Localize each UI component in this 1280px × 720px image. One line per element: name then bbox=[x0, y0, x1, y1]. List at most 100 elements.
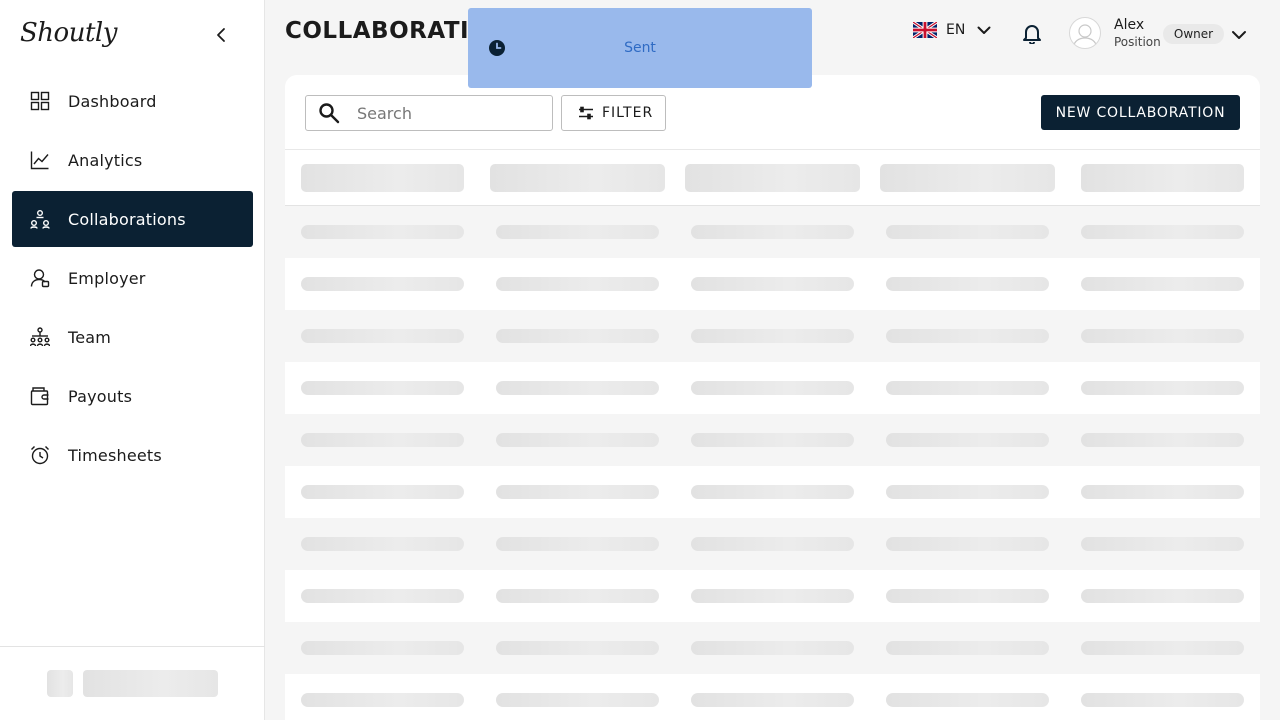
language-selector[interactable]: EN bbox=[913, 22, 991, 38]
skeleton-cell bbox=[1081, 381, 1244, 395]
sidebar-item-label: Payouts bbox=[68, 386, 133, 406]
page-title: COLLABORATIO bbox=[285, 18, 490, 44]
search-input[interactable] bbox=[357, 103, 537, 123]
bell-icon bbox=[1023, 25, 1041, 45]
uk-flag-icon bbox=[913, 22, 937, 38]
skeleton-cell bbox=[301, 589, 464, 603]
user-placeholder-icon bbox=[1072, 24, 1098, 48]
sidebar-footer bbox=[0, 646, 265, 720]
skeleton-cell bbox=[301, 693, 464, 707]
employer-icon bbox=[30, 268, 50, 288]
skeleton-header-cell bbox=[1081, 164, 1244, 192]
sidebar-item-analytics[interactable]: Analytics bbox=[12, 132, 253, 188]
skeleton-cell bbox=[691, 277, 854, 291]
skeleton-cell bbox=[301, 381, 464, 395]
sidebar-item-team[interactable]: Team bbox=[12, 309, 253, 365]
skeleton-cell bbox=[301, 225, 464, 239]
skeleton-cell bbox=[886, 329, 1049, 343]
table-row bbox=[285, 518, 1260, 570]
table-row bbox=[285, 466, 1260, 518]
skeleton-cell bbox=[691, 433, 854, 447]
skeleton-cell bbox=[886, 225, 1049, 239]
search-box[interactable] bbox=[305, 95, 553, 131]
skeleton-cell bbox=[691, 641, 854, 655]
notifications-button[interactable] bbox=[1021, 22, 1043, 48]
skeleton-cell bbox=[1081, 641, 1244, 655]
sidebar-item-timesheets[interactable]: Timesheets bbox=[12, 427, 253, 483]
skeleton-cell bbox=[886, 433, 1049, 447]
collapse-sidebar-button[interactable] bbox=[210, 24, 232, 46]
table-row bbox=[285, 258, 1260, 310]
table-row bbox=[285, 414, 1260, 466]
sidebar-item-collaborations[interactable]: Collaborations bbox=[12, 191, 253, 247]
sidebar-item-payouts[interactable]: Payouts bbox=[12, 368, 253, 424]
chevron-down-icon bbox=[977, 26, 991, 34]
filter-button[interactable]: FILTER bbox=[561, 95, 666, 131]
skeleton-header-cell bbox=[880, 164, 1055, 192]
table-row bbox=[285, 310, 1260, 362]
sidebar-item-label: Team bbox=[68, 327, 112, 347]
search-icon bbox=[319, 103, 340, 124]
skeleton-cell bbox=[496, 433, 659, 447]
skeleton-cell bbox=[1081, 433, 1244, 447]
collaborations-card: FILTER NEW COLLABORATION bbox=[285, 75, 1260, 720]
user-name: Alex bbox=[1114, 17, 1145, 33]
new-collaboration-button[interactable]: NEW COLLABORATION bbox=[1041, 95, 1240, 130]
skeleton-cell bbox=[886, 381, 1049, 395]
skeleton-cell bbox=[496, 693, 659, 707]
language-code: EN bbox=[946, 22, 966, 38]
skeleton-cell bbox=[496, 589, 659, 603]
skeleton-cell bbox=[691, 329, 854, 343]
user-position: Position bbox=[1114, 35, 1161, 49]
skeleton-cell bbox=[691, 693, 854, 707]
skeleton-cell bbox=[496, 329, 659, 343]
sidebar-item-label: Timesheets bbox=[68, 445, 162, 465]
user-menu-toggle[interactable] bbox=[1231, 25, 1247, 44]
timesheets-icon bbox=[30, 445, 50, 465]
sidebar-nav: Dashboard Analytics Collaborations Emplo… bbox=[12, 73, 253, 486]
table-body bbox=[285, 206, 1260, 720]
collaborations-table bbox=[285, 149, 1260, 720]
skeleton-cell bbox=[691, 485, 854, 499]
skeleton-header-cell bbox=[685, 164, 860, 192]
table-row bbox=[285, 206, 1260, 258]
sidebar-item-label: Collaborations bbox=[68, 209, 186, 229]
skeleton-cell bbox=[496, 641, 659, 655]
skeleton-cell bbox=[886, 641, 1049, 655]
skeleton-cell bbox=[691, 381, 854, 395]
skeleton-cell bbox=[496, 381, 659, 395]
skeleton-cell bbox=[886, 589, 1049, 603]
skeleton-cell bbox=[1081, 329, 1244, 343]
skeleton-cell bbox=[301, 641, 464, 655]
toast-message: Sent bbox=[624, 40, 656, 56]
analytics-icon bbox=[30, 150, 50, 170]
skeleton-cell bbox=[1081, 589, 1244, 603]
toast-notification: Sent bbox=[468, 8, 812, 88]
table-row bbox=[285, 622, 1260, 674]
sidebar-item-label: Employer bbox=[68, 268, 146, 288]
skeleton-header-cell bbox=[490, 164, 665, 192]
skeleton-cell bbox=[1081, 537, 1244, 551]
skeleton-cell bbox=[301, 329, 464, 343]
filter-label: FILTER bbox=[602, 105, 654, 121]
sidebar-item-employer[interactable]: Employer bbox=[12, 250, 253, 306]
skeleton-cell bbox=[301, 485, 464, 499]
skeleton-cell bbox=[886, 485, 1049, 499]
dashboard-icon bbox=[30, 91, 50, 111]
app-logo[interactable]: Shoutly bbox=[20, 18, 117, 48]
chevron-left-icon bbox=[217, 28, 225, 42]
role-badge: Owner bbox=[1163, 24, 1224, 44]
skeleton-cell bbox=[301, 277, 464, 291]
sidebar-item-label: Analytics bbox=[68, 150, 143, 170]
skeleton-cell bbox=[496, 537, 659, 551]
table-header bbox=[285, 149, 1260, 206]
sidebar-item-dashboard[interactable]: Dashboard bbox=[12, 73, 253, 129]
skeleton-cell bbox=[691, 589, 854, 603]
payouts-icon bbox=[30, 386, 50, 406]
skeleton-cell bbox=[496, 485, 659, 499]
table-row bbox=[285, 674, 1260, 720]
chevron-down-icon bbox=[1232, 31, 1246, 39]
avatar[interactable] bbox=[1069, 17, 1101, 49]
skeleton-cell bbox=[1081, 693, 1244, 707]
table-row bbox=[285, 570, 1260, 622]
